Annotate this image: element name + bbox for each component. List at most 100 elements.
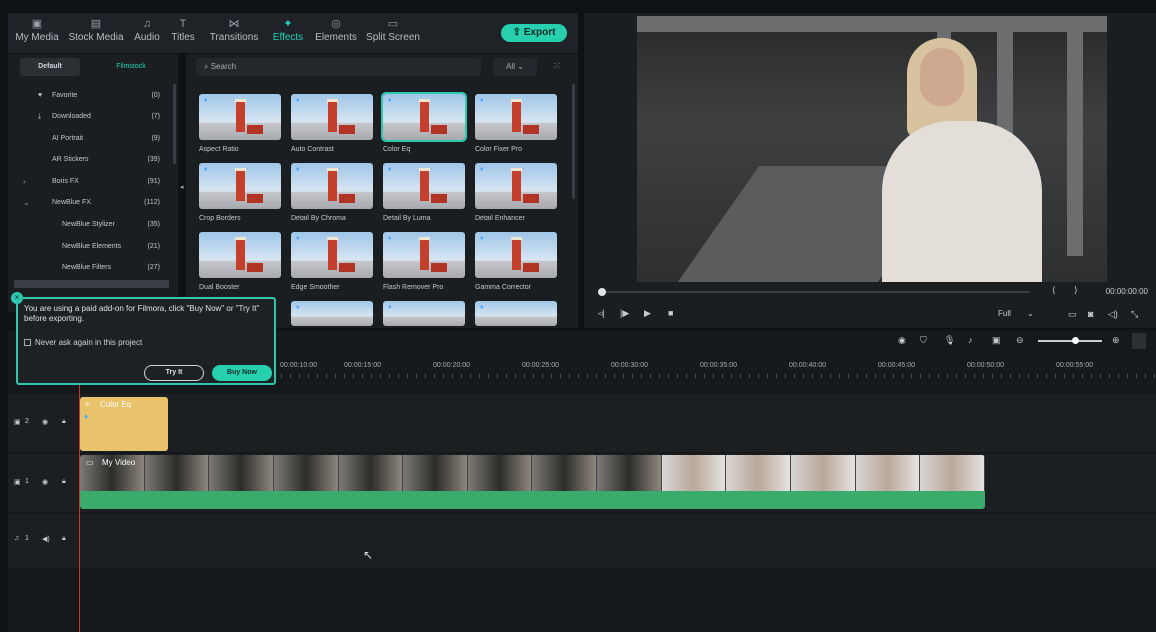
effects-scrollbar[interactable] [572, 84, 575, 199]
sidebar-item-favorite[interactable]: ♥ Favorite (0) [8, 86, 168, 106]
split-screen-icon: ▭ [387, 18, 399, 30]
grid-view-icon[interactable]: ⁙ [548, 58, 566, 76]
tab-audio[interactable]: ♫ Audio [132, 17, 162, 43]
ruler-tick: 00:00:10:00 [280, 362, 317, 369]
effect-card-row4[interactable]: ♦ [475, 301, 557, 326]
sidebar-item-ar-stickers[interactable]: AR Stickers (39) [8, 150, 168, 170]
play-step-icon[interactable]: |▶ [620, 308, 629, 319]
eye-icon[interactable]: ◉ [42, 478, 48, 486]
audio-track-icon: ♫ [14, 535, 20, 542]
eye-icon[interactable]: ◉ [42, 418, 48, 426]
play-icon[interactable]: ▶ [644, 308, 651, 319]
effect-thumbnail: ♦ [291, 94, 373, 140]
export-button[interactable]: ⇪ Export [501, 24, 567, 42]
chevron-right-icon: › [23, 177, 26, 186]
ruler-tick: 00:00:25:00 [522, 362, 559, 369]
effect-card-row4[interactable]: ♦ [291, 301, 373, 326]
fullscreen-icon[interactable]: ⤡ [1131, 309, 1138, 320]
effect-card-crop-borders[interactable]: ♦ Crop Borders [199, 163, 281, 222]
shield-icon[interactable]: ⛉ [920, 335, 927, 346]
clip-color-eq[interactable]: ✧ Color Eq ♦ [80, 397, 168, 451]
effect-thumbnail: ♦ [475, 301, 557, 326]
step-back-icon[interactable]: ◃| [598, 308, 605, 319]
search-input[interactable]: ⌕ Search [196, 58, 481, 76]
try-it-button[interactable]: Try It [144, 365, 204, 381]
diamond-icon: ♦ [480, 97, 484, 104]
zoom-handle[interactable] [1072, 337, 1079, 344]
mark-in-icon[interactable]: ⟨ [1052, 285, 1056, 296]
audio-mix-icon[interactable]: ♪ [968, 335, 973, 345]
ruler-tick: 00:00:45:00 [878, 362, 915, 369]
volume-icon[interactable]: ◁) [1108, 309, 1118, 320]
effect-card-detail-enhancer[interactable]: ♦ Detail Enhancer [475, 163, 557, 222]
effect-thumbnail: ♦ [475, 163, 557, 209]
render-icon[interactable]: ◉ [898, 335, 906, 346]
playback-handle[interactable] [598, 288, 606, 296]
mark-out-icon[interactable]: ⟩ [1074, 285, 1078, 296]
effect-card-auto-contrast[interactable]: ♦ Auto Contrast [291, 94, 373, 153]
stop-icon[interactable]: ■ [668, 308, 673, 318]
zoom-slider[interactable] [1038, 340, 1102, 342]
tab-split-screen[interactable]: ▭ Split Screen [364, 17, 422, 43]
effect-card-color-fixer-pro[interactable]: ♦ Color Fixer Pro [475, 94, 557, 153]
effect-card-detail-by-chroma[interactable]: ♦ Detail By Chroma [291, 163, 373, 222]
filter-dropdown[interactable]: All ⌄ [493, 58, 537, 76]
zoom-out-icon[interactable]: ⊖ [1016, 335, 1024, 346]
speaker-icon[interactable]: ◀) [42, 535, 50, 543]
zoom-in-icon[interactable]: ⊕ [1112, 335, 1120, 346]
sidebar-item-boris-fx[interactable]: › Boris FX (91) [8, 172, 168, 192]
tab-my-media[interactable]: ▣ My Media [14, 17, 60, 43]
effect-thumbnail: ♦ [383, 232, 465, 278]
lock-icon[interactable]: 🔒︎ [62, 535, 66, 543]
caption-icon[interactable]: ▣ [992, 335, 1001, 346]
sidebar-item-newblue-fx[interactable]: ⌄ NewBlue FX (112) [8, 193, 168, 213]
snapshot-icon[interactable]: ◙ [1088, 309, 1093, 319]
paid-addon-popup: × You are using a paid add-on for Filmor… [11, 292, 276, 385]
sidebar-item-ai-portrait[interactable]: AI Portrait (9) [8, 129, 168, 149]
effect-thumbnail: ♦ [199, 94, 281, 140]
sidebar-item-downloaded[interactable]: ⤓ Downloaded (7) [8, 107, 168, 127]
effect-card-edge-smoother[interactable]: ♦ Edge Smoother [291, 232, 373, 291]
close-icon[interactable]: × [11, 292, 23, 304]
sidebar-item-newblue-elements[interactable]: NewBlue Elements (21) [8, 237, 168, 257]
tab-transitions[interactable]: ⋈ Transitions [204, 17, 264, 43]
tab-elements[interactable]: ◎ Elements [312, 17, 360, 43]
playback-slider[interactable] [600, 291, 1030, 293]
sidebar-item-newblue-filters[interactable]: NewBlue Filters (27) [8, 258, 168, 278]
sidebar-item-newblue-stylizer[interactable]: NewBlue Stylizer (35) [8, 215, 168, 235]
mic-icon[interactable]: 🎙 [944, 335, 955, 346]
collapse-arrow-icon[interactable]: ◂ [180, 183, 184, 191]
effect-thumbnail: ♦ [383, 301, 465, 326]
effects-grid-panel: ⌕ Search All ⌄ ⁙ ♦ Aspect Ratio ♦ Auto Con… [186, 54, 578, 328]
layout-icon[interactable] [1132, 333, 1146, 349]
playhead-line[interactable] [79, 352, 80, 632]
effect-card-color-eq[interactable]: ♦ Color Eq [381, 92, 467, 153]
quality-dropdown[interactable]: Full ⌄ [998, 309, 1034, 318]
tab-stock-media[interactable]: ▤ Stock Media [66, 17, 126, 43]
diamond-icon: ♦ [480, 166, 484, 173]
effect-card-flash-remover-pro[interactable]: ♦ Flash Remover Pro [383, 232, 465, 291]
sidebar-selected-row[interactable] [14, 280, 169, 288]
ruler-tick: 00:00:50:00 [967, 362, 1004, 369]
effect-card-gamma-corrector[interactable]: ♦ Gamma Corrector [475, 232, 557, 291]
track-row-audio [8, 514, 1156, 568]
effect-card-aspect-ratio[interactable]: ♦ Aspect Ratio [199, 94, 281, 153]
sidebar-scrollbar[interactable] [173, 84, 176, 164]
clip-my-video[interactable]: ▭ My Video [80, 455, 985, 509]
lock-icon[interactable]: 🔒︎ [62, 418, 66, 426]
lock-icon[interactable]: 🔒︎ [62, 478, 66, 486]
segment-default[interactable]: Default [20, 58, 80, 76]
diamond-icon: ♦ [296, 235, 300, 242]
heart-icon: ♥ [38, 92, 43, 99]
effect-card-detail-by-luma[interactable]: ♦ Detail By Luma [383, 163, 465, 222]
buy-now-button[interactable]: Buy Now [212, 365, 272, 381]
track-row-fx [8, 394, 1156, 452]
tab-titles[interactable]: T Titles [168, 17, 198, 43]
never-ask-checkbox[interactable]: Never ask again in this project [24, 338, 142, 347]
display-icon[interactable]: ▭ [1068, 309, 1077, 320]
effect-card-dual-booster[interactable]: Dual Booster [199, 232, 281, 291]
segment-filmstock[interactable]: Filmstock [96, 58, 166, 76]
tab-effects[interactable]: ✦ Effects [268, 17, 308, 43]
effect-card-row4[interactable]: ♦ [383, 301, 465, 326]
effect-thumbnail: ♦ [291, 232, 373, 278]
